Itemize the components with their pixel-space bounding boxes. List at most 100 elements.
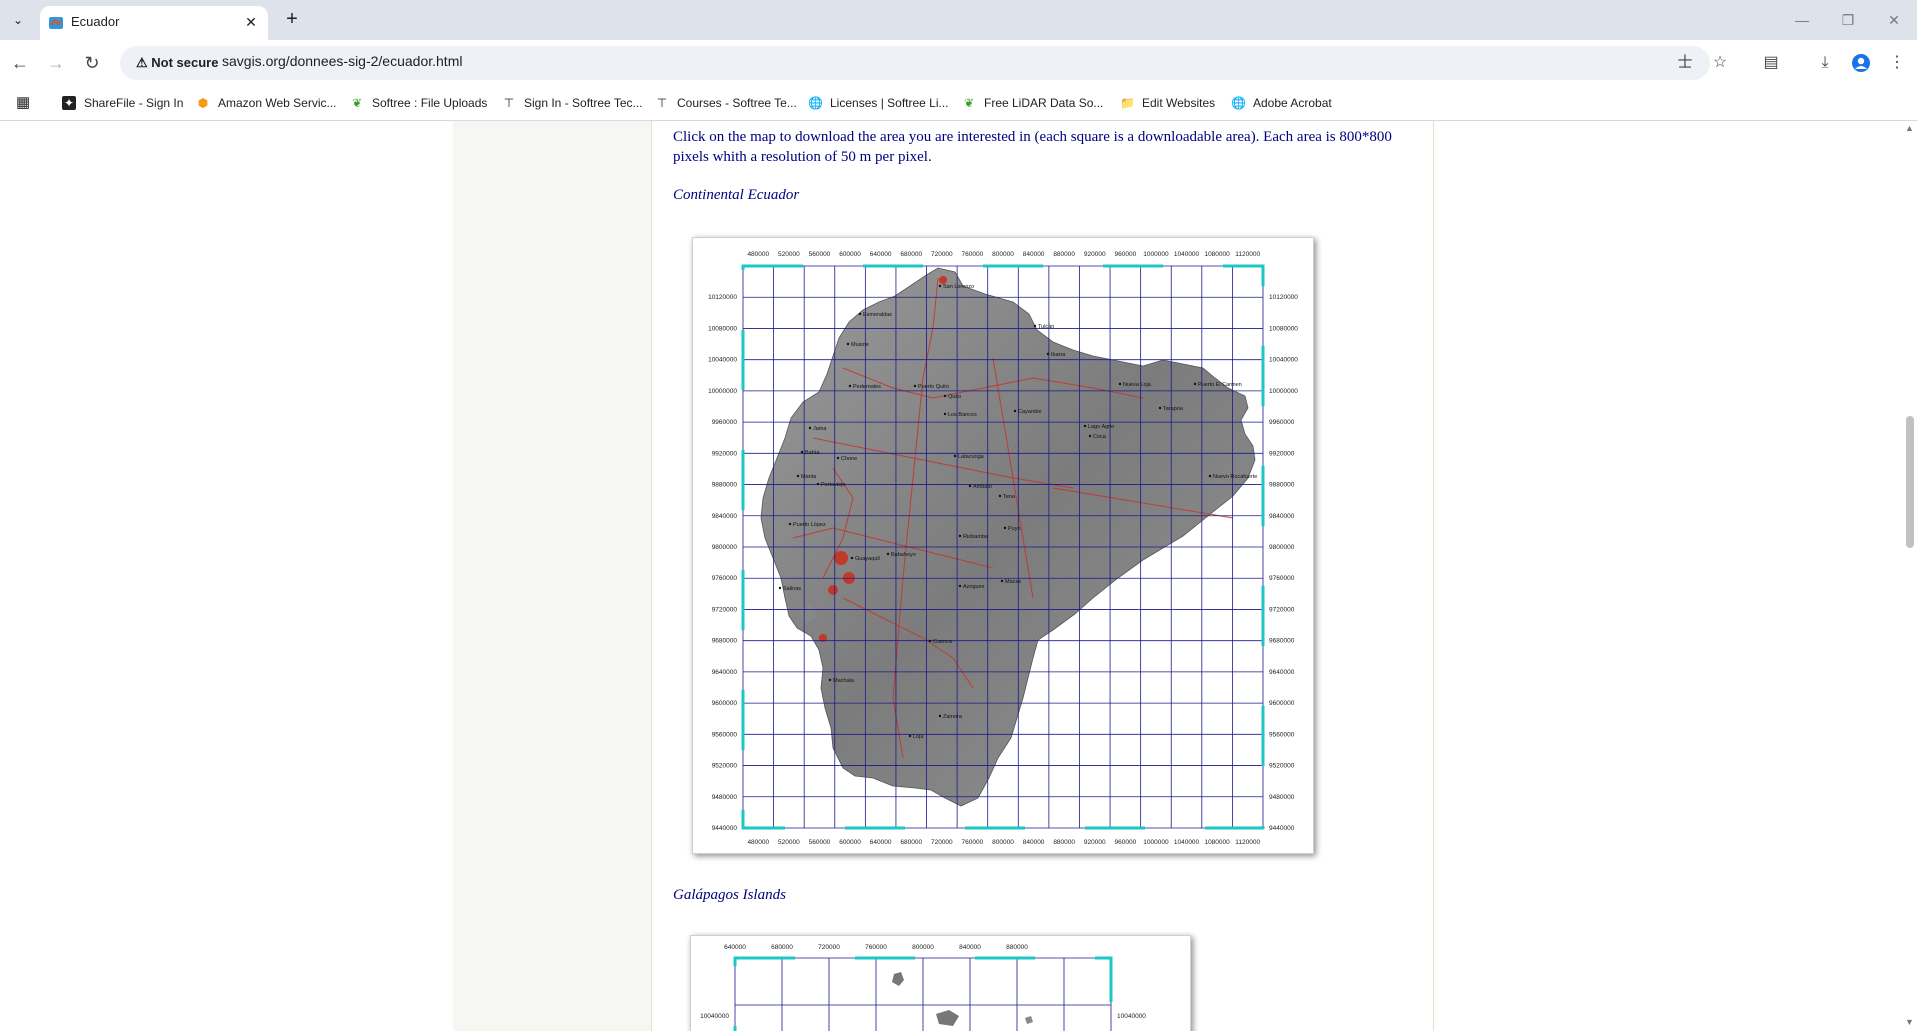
y-tick-label-right: 9680000 (1269, 638, 1295, 645)
city-dot (1013, 409, 1017, 413)
place-label: Azogues (963, 584, 985, 590)
y-tick-label-right: 9640000 (1269, 669, 1295, 676)
place-label: Loja (913, 734, 924, 740)
bookmark-aws[interactable]: ⬢ Amazon Web Servic... (196, 86, 337, 120)
scroll-up-icon[interactable]: ▲ (1905, 123, 1914, 133)
bookmark-softree-signin[interactable]: ⊤ Sign In - Softree Tec... (502, 86, 643, 120)
minimize-icon[interactable]: — (1788, 8, 1816, 32)
city-dot (1088, 434, 1092, 438)
galapagos-x-axis-ticks: 640000 680000 720000 760000 800000 840000 8800… (724, 944, 1028, 951)
city-dot (828, 678, 832, 682)
city-dot (850, 556, 854, 560)
place-label: San Lorenzo (943, 284, 974, 290)
bookmark-licenses[interactable]: 🌐 Licenses | Softree Li... (808, 86, 949, 120)
galapagos-map-canvas[interactable]: 640000 680000 720000 760000 800000 840000 8800… (691, 936, 1190, 1031)
place-label: Nueva Loja (1123, 382, 1152, 388)
galapagos-map[interactable]: 640000 680000 720000 760000 800000 840000 8800… (690, 935, 1191, 1031)
x-tick-label-bottom: 760000 (962, 839, 984, 846)
back-icon[interactable]: ← (6, 50, 34, 76)
security-chip[interactable]: ⚠ Not secure (128, 52, 226, 74)
scroll-thumb[interactable] (1906, 416, 1914, 548)
reload-icon[interactable]: ↻ (78, 50, 106, 76)
city-dot (938, 284, 942, 288)
bookmark-softree-uploads[interactable]: ❦ Softree : File Uploads (350, 86, 487, 120)
place-label: Ibarra (1051, 352, 1066, 358)
continental-map-canvas[interactable]: 480000 520000 560000 600000 640000 680000 7200… (693, 238, 1313, 853)
x-tick-label-bottom: 1120000 (1235, 839, 1260, 846)
page-scrollbar[interactable]: ▲ ▼ (1902, 121, 1917, 1031)
city-dot (848, 384, 852, 388)
x-axis-top-ticks: 480000 520000 560000 600000 640000 680000 7200… (747, 251, 1260, 258)
forward-icon[interactable]: → (42, 50, 70, 76)
url-text[interactable]: savgis.org/donnees-sig-2/ecuador.html (222, 53, 462, 69)
bookmarks-bar: ▦ ✦ ShareFile - Sign In ⬢ Amazon Web Servi… (0, 86, 1917, 121)
city-dot (1158, 406, 1162, 410)
tab-ecuador[interactable]: Ecuador ✕ (40, 6, 268, 40)
x-tick-label-bottom: 840000 (1023, 839, 1045, 846)
restore-icon[interactable]: ❐ (1834, 8, 1862, 32)
city-dot (1208, 474, 1212, 478)
translate-icon[interactable]: 士 (1675, 53, 1695, 73)
profile-avatar-icon[interactable] (1848, 50, 1874, 76)
city-dot (1000, 579, 1004, 583)
scroll-down-icon[interactable]: ▼ (1905, 1017, 1914, 1027)
y-tick-label-left: 9720000 (712, 606, 738, 613)
city-dot (998, 494, 1002, 498)
place-label: Manta (801, 474, 817, 480)
y-tick-label-right: 10040000 (1269, 357, 1298, 364)
close-window-icon[interactable]: ✕ (1880, 8, 1908, 32)
address-bar[interactable]: ⚠ Not secure savgis.org/donnees-sig-2/ec… (120, 46, 1727, 80)
x-tick-label-top: 880000 (1053, 251, 1075, 258)
city-dot (913, 384, 917, 388)
bookmark-sharefile[interactable]: ✦ ShareFile - Sign In (62, 86, 183, 120)
continental-ecuador-map[interactable]: 480000 520000 560000 600000 640000 680000 7200… (692, 237, 1314, 854)
acrobat-icon: 🌐 (1231, 96, 1246, 110)
tab-search-button[interactable]: ⌄ (6, 8, 30, 32)
city-dot (928, 639, 932, 643)
place-label: Cayambe (1018, 409, 1042, 415)
x-tick-label-top: 640000 (870, 251, 892, 258)
new-tab-button[interactable]: + (280, 8, 304, 32)
x-tick-label-bottom: 560000 (809, 839, 831, 846)
download-icon[interactable]: ⤓ (1812, 50, 1838, 76)
y-tick-label-right: 10000000 (1269, 388, 1298, 395)
x-tick-label: 800000 (912, 944, 934, 951)
bookmark-courses[interactable]: ⊤ Courses - Softree Te... (655, 86, 797, 120)
y-tick-label-right: 10040000 (1117, 1013, 1146, 1020)
place-label: Esmeraldas (863, 312, 892, 318)
city-dot (1118, 382, 1122, 386)
city-dot (886, 552, 890, 556)
place-label: Tarapoa (1163, 406, 1184, 412)
y-tick-label-left: 10000000 (708, 388, 737, 395)
licenses-icon: 🌐 (808, 96, 823, 110)
apps-grid-icon[interactable]: ▦ (16, 86, 38, 120)
city-dot (968, 484, 972, 488)
place-label: Los Bancos (948, 412, 977, 418)
city-dot (846, 342, 850, 346)
place-label: Coca (1093, 434, 1107, 440)
island-shape (892, 972, 904, 986)
place-label: Machala (833, 678, 855, 684)
bookmark-lidar[interactable]: ❦ Free LiDAR Data So... (962, 86, 1103, 120)
city-dot (943, 412, 947, 416)
bookmark-adobe-acrobat[interactable]: 🌐 Adobe Acrobat (1231, 86, 1332, 120)
galapagos-download-grid[interactable] (733, 956, 1113, 1031)
x-tick-label-top: 1080000 (1204, 251, 1230, 258)
bookmark-edit-websites[interactable]: 📁 Edit Websites (1120, 86, 1215, 120)
city-dot (1193, 382, 1197, 386)
x-tick-label: 840000 (959, 944, 981, 951)
y-tick-label-right: 9840000 (1269, 513, 1295, 520)
x-tick-label: 680000 (771, 944, 793, 951)
extensions-icon[interactable]: ▤ (1758, 50, 1784, 76)
close-tab-icon[interactable]: ✕ (242, 13, 260, 31)
x-tick-label-top: 960000 (1115, 251, 1137, 258)
menu-kebab-icon[interactable]: ⋮ (1884, 50, 1910, 76)
place-label: Portoviejo (821, 482, 845, 488)
left-sidebar-column (453, 121, 652, 1031)
x-tick-label-bottom: 720000 (931, 839, 953, 846)
city-dot (938, 714, 942, 718)
x-tick-label-top: 720000 (931, 251, 953, 258)
y-tick-label-left: 9760000 (712, 575, 738, 582)
bookmark-star-icon[interactable]: ☆ (1710, 53, 1730, 73)
city-dot (778, 586, 782, 590)
